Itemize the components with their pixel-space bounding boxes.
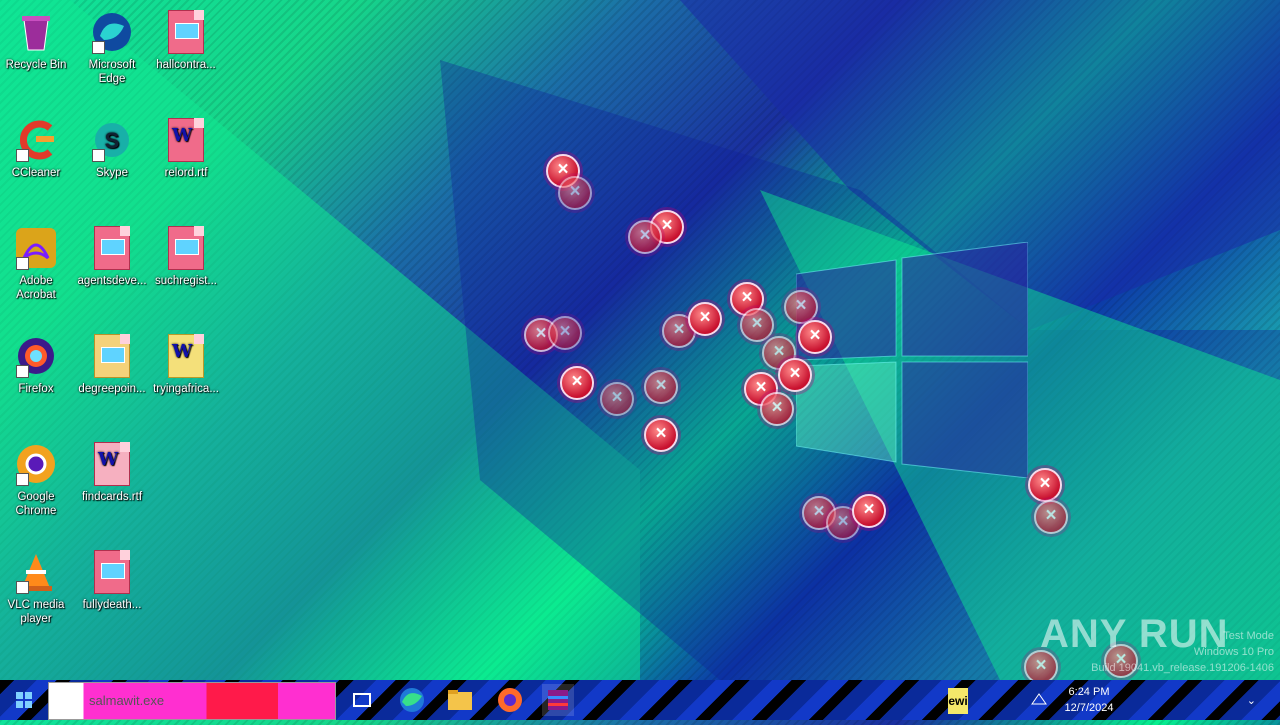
svg-text:S: S [105, 128, 120, 153]
task-view-icon [353, 693, 371, 707]
folder-icon [448, 690, 472, 710]
ccleaner-icon [14, 118, 58, 162]
error-icon: × [1028, 468, 1062, 502]
microsoft-edge-icon [400, 688, 424, 712]
error-icon: × [644, 370, 678, 404]
tray-app-indicator[interactable]: ewi [948, 688, 968, 714]
error-icon: × [644, 418, 678, 452]
system-tray: ewi 6:24 PM 12/7/2024 ⌄ [948, 680, 1280, 720]
error-icon: × [1034, 500, 1068, 534]
error-icon: × [778, 358, 812, 392]
search-placeholder: salmawit.exe [89, 693, 165, 708]
taskbar-edge-button[interactable] [396, 684, 428, 716]
error-icon: × [628, 220, 662, 254]
adobe-acrobat-icon [14, 226, 58, 270]
desktop-icon-ccleaner[interactable]: CCleaner [0, 112, 72, 180]
taskbar-firefox-button[interactable] [494, 684, 526, 716]
desktop-icon-agentsdeve[interactable]: agentsdeve... [76, 220, 148, 288]
firefox-icon [498, 688, 522, 712]
word-document-icon: W [94, 442, 130, 486]
desktop-icon-findcards[interactable]: W findcards.rtf [76, 436, 148, 504]
shortcut-arrow-icon [16, 365, 29, 378]
error-icon: × [548, 316, 582, 350]
winrar-icon [548, 690, 568, 710]
desktop-icon-suchregist[interactable]: suchregist... [150, 220, 222, 288]
error-icon: × [558, 176, 592, 210]
error-icon: × [688, 302, 722, 336]
error-icon: × [600, 382, 634, 416]
error-icon: × [740, 308, 774, 342]
image-file-icon [94, 550, 130, 594]
desktop: Recycle Bin CCleaner Adobe Acrobat Firef… [0, 0, 1280, 684]
clock-date: 12/7/2024 [1064, 702, 1114, 714]
shortcut-arrow-icon [92, 149, 105, 162]
desktop-icon-tryingafrica[interactable]: W tryingafrica... [150, 328, 222, 396]
shortcut-arrow-icon [16, 149, 29, 162]
windows-start-icon [16, 692, 32, 708]
desktop-icon-adobe-acrobat[interactable]: Adobe Acrobat [0, 220, 72, 302]
desktop-icon-fullydeath[interactable]: fullydeath... [76, 544, 148, 612]
taskbar: salmawit.exe ewi 6:24 PM 12/7/2024 ⌄ [0, 680, 1280, 720]
desktop-icon-vlc-media-player[interactable]: VLC media player [0, 544, 72, 626]
shortcut-arrow-icon [16, 581, 29, 594]
error-icon: × [760, 392, 794, 426]
microsoft-edge-icon [90, 10, 134, 54]
chevron-down-icon[interactable]: ⌄ [1247, 694, 1256, 707]
error-icon: × [852, 494, 886, 528]
network-icon[interactable] [1030, 690, 1048, 711]
firefox-icon [14, 334, 58, 378]
test-mode-label: Test Mode [1223, 630, 1274, 642]
image-file-icon [94, 334, 130, 378]
windows-logo [796, 242, 1028, 478]
error-icon: × [560, 366, 594, 400]
error-icon: × [798, 320, 832, 354]
search-box[interactable]: salmawit.exe [48, 682, 336, 720]
shortcut-arrow-icon [16, 473, 29, 486]
desktop-icon-google-chrome[interactable]: Google Chrome [0, 436, 72, 518]
task-view-button[interactable] [346, 684, 378, 716]
vlc-icon [14, 550, 58, 594]
desktop-icon-skype[interactable]: S Skype [76, 112, 148, 180]
word-document-icon: W [168, 118, 204, 162]
recycle-bin-icon [14, 10, 58, 54]
shortcut-arrow-icon [92, 41, 105, 54]
desktop-icon-firefox[interactable]: Firefox [0, 328, 72, 396]
desktop-icon-degreepoin[interactable]: degreepoin... [76, 328, 148, 396]
os-edition-label: Windows 10 Pro [1193, 646, 1274, 658]
desktop-icon-hallcontra[interactable]: hallcontra... [150, 4, 222, 72]
start-button[interactable] [0, 680, 48, 720]
taskbar-winrar-button[interactable] [542, 684, 574, 716]
shortcut-arrow-icon [16, 257, 29, 270]
clock-time: 6:24 PM [1068, 686, 1110, 698]
clock[interactable]: 6:24 PM 12/7/2024 [1054, 686, 1124, 714]
taskbar-file-explorer-button[interactable] [444, 684, 476, 716]
skype-icon: S [90, 118, 134, 162]
image-file-icon [168, 10, 204, 54]
google-chrome-icon [14, 442, 58, 486]
build-label: Build 19041.vb_release.191206-1406 [1091, 662, 1274, 674]
error-icon: × [784, 290, 818, 324]
word-document-icon: W [168, 334, 204, 378]
image-file-icon [168, 226, 204, 270]
desktop-icon-relord[interactable]: W relord.rtf [150, 112, 222, 180]
desktop-icon-recycle-bin[interactable]: Recycle Bin [0, 4, 72, 72]
image-file-icon [94, 226, 130, 270]
desktop-icon-microsoft-edge[interactable]: Microsoft Edge [76, 4, 148, 86]
